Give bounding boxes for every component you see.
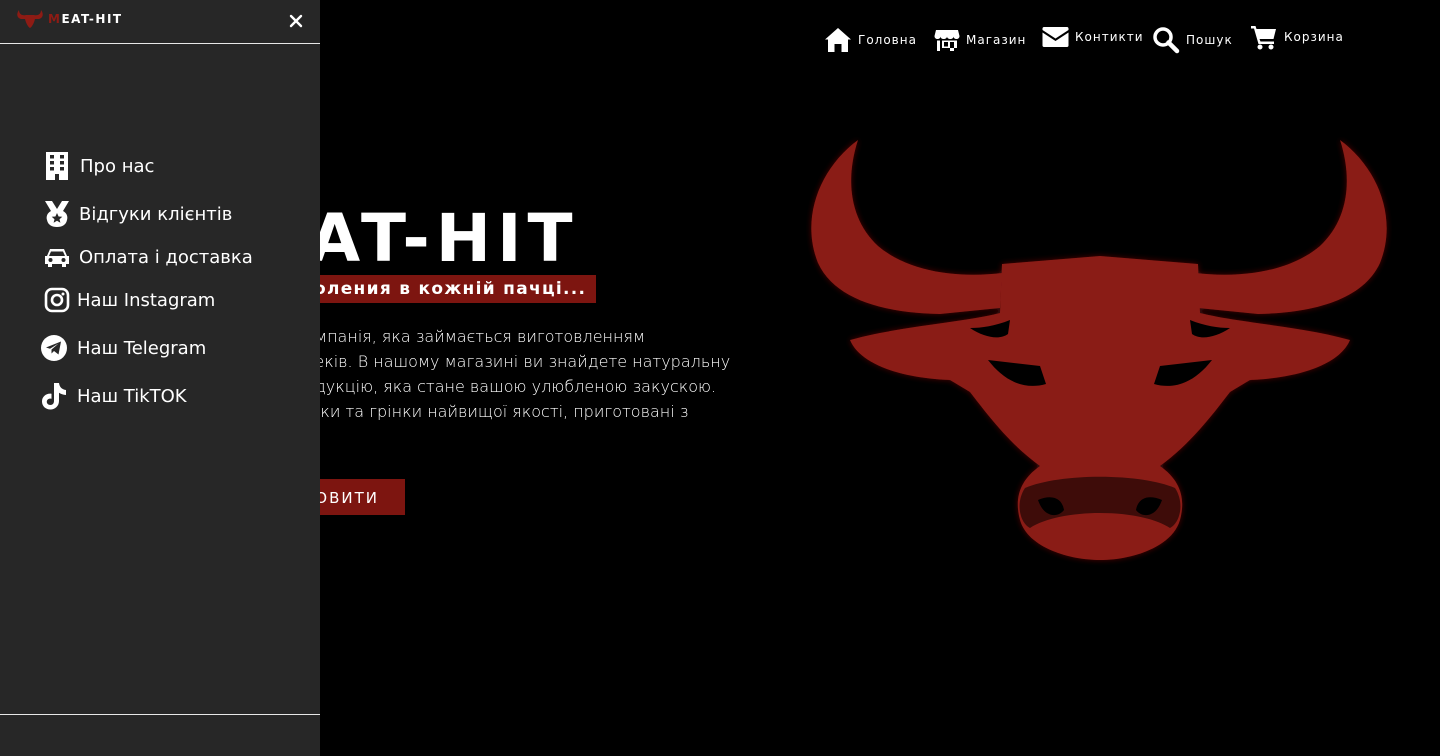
nav-home-link[interactable]: Головна <box>824 27 917 53</box>
sidebar-footer-divider <box>0 714 320 715</box>
sidebar-item-telegram[interactable]: Наш Telegram <box>40 334 206 362</box>
sidebar-item-reviews[interactable]: Відгуки клієнтів <box>44 200 232 228</box>
nav-home-label: Головна <box>858 33 917 47</box>
sidebar-item-label: Оплата і доставка <box>79 246 253 268</box>
sidebar-item-delivery[interactable]: Оплата і доставка <box>44 245 253 269</box>
brand-first-letter: M <box>48 12 62 26</box>
hero-text-line: да компанія, яка займається виготовлення… <box>270 327 646 346</box>
nav-contacts-label: Контикти <box>1075 30 1144 44</box>
sidebar-item-label: Наш Telegram <box>77 337 207 359</box>
nav-contacts-link[interactable]: Контикти <box>1042 26 1144 48</box>
sidebar-item-label: Відгуки клієнтів <box>79 203 233 225</box>
nav-shop-label: Магазин <box>966 33 1027 47</box>
home-icon <box>825 28 851 52</box>
nav-search-link[interactable]: Пошук <box>1152 26 1233 54</box>
medal-icon <box>45 201 69 227</box>
bull-logo <box>811 140 1387 560</box>
hero-description: да компанія, яка займається виготовлення… <box>270 324 770 424</box>
sidebar-item-tiktok[interactable]: Наш TikTOK <box>40 381 187 411</box>
sidebar-item-label: Наш TikTOK <box>77 385 187 407</box>
instagram-icon <box>44 287 70 313</box>
building-icon <box>46 152 68 180</box>
sidebar-menu: MEAT-HIT Про нас Відгуки клієнтів Оплата… <box>0 0 320 756</box>
nav-shop-link[interactable]: Магазин <box>934 28 1026 52</box>
sidebar-item-about[interactable]: Про нас <box>44 150 154 182</box>
nav-cart-label: Корзина <box>1284 30 1344 44</box>
store-icon <box>934 30 960 51</box>
nav-search-label: Пошук <box>1186 33 1233 47</box>
sidebar-item-instagram[interactable]: Наш Instagram <box>44 287 215 313</box>
hero-text-line: их снеків. В нашому магазині ви знайдете… <box>270 352 731 371</box>
bull-logo-icon[interactable] <box>16 9 44 29</box>
sidebar-item-label: Про нас <box>80 155 155 177</box>
sidebar-header: MEAT-HIT <box>0 0 320 44</box>
sidebar-item-label: Наш Instagram <box>77 289 216 311</box>
tiktok-icon <box>42 383 66 410</box>
hero-text-line: у продукцію, яка стане вашою улюбленою з… <box>270 377 717 396</box>
close-button[interactable] <box>286 11 306 31</box>
nav-cart-link[interactable]: Корзина <box>1250 24 1344 50</box>
search-icon <box>1153 27 1180 54</box>
telegram-icon <box>41 335 67 361</box>
close-icon <box>289 14 303 28</box>
cart-icon <box>1251 26 1276 50</box>
car-icon <box>45 249 69 267</box>
hero-text-line: пивчики та грінки найвищої якості, приго… <box>270 402 689 421</box>
sidebar-brand[interactable]: MEAT-HIT <box>48 12 123 26</box>
brand-rest: EAT-HIT <box>61 12 123 26</box>
envelope-icon <box>1042 27 1069 47</box>
